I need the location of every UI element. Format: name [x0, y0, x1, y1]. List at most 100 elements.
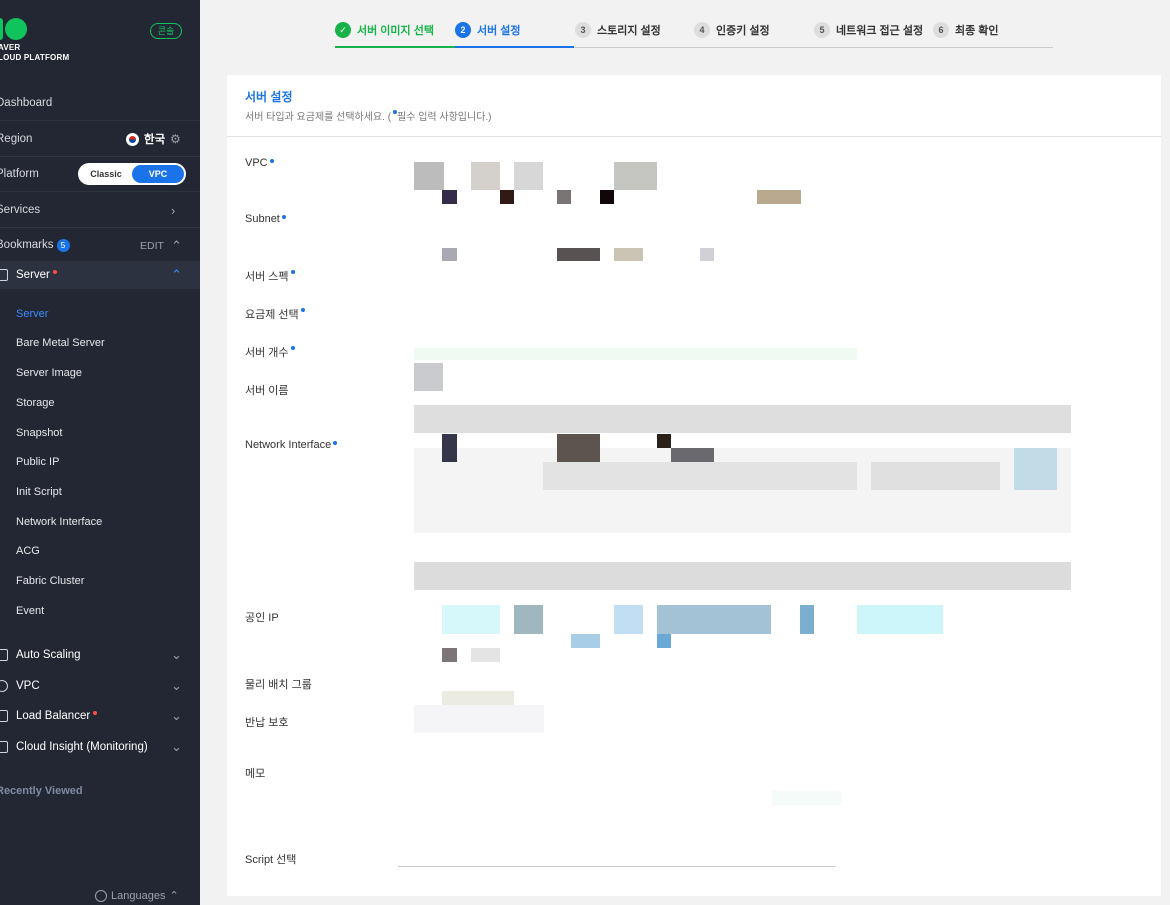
sidebar-item-server-image[interactable]: Server Image: [16, 367, 82, 379]
required-dot: [281, 215, 286, 219]
wizard-steps: ✓ 서버 이미지 선택 2 서버 설정 3 스토리지 설정 4 인증키 설정 5…: [335, 22, 1053, 48]
redacted-block: [442, 434, 457, 462]
sidebar-item-public-ip[interactable]: Public IP: [16, 456, 59, 468]
required-dot: [269, 159, 274, 163]
panel-title: 서버 설정: [245, 90, 293, 104]
step-3[interactable]: 3 스토리지 설정: [575, 22, 661, 38]
new-dot: [93, 711, 98, 715]
group-load-balancer[interactable]: Load Balancer ⌄: [0, 702, 200, 730]
languages-label: Languages: [111, 889, 166, 902]
logo-line2: CLOUD PLATFORM: [0, 53, 70, 62]
group-vpc-label: VPC: [16, 680, 40, 692]
nav-bookmarks[interactable]: Bookmarks 5 EDIT ⌃: [0, 228, 200, 263]
redacted-block: [571, 634, 600, 648]
label-return-protection: 반납 보호: [245, 717, 289, 729]
step-6[interactable]: 6 최종 확인: [933, 22, 999, 38]
progress-current-bar: [455, 46, 574, 48]
public-ip-options[interactable]: [442, 605, 500, 634]
platform-label: Platform: [0, 168, 39, 180]
step-4[interactable]: 4 인증키 설정: [694, 22, 770, 38]
nav-dashboard[interactable]: Dashboard: [0, 86, 200, 121]
redacted-block: [614, 248, 643, 261]
vpc-select[interactable]: [414, 162, 444, 190]
step-5[interactable]: 5 네트워크 접근 설정: [814, 22, 923, 38]
vpc-text: VPC: [245, 157, 268, 169]
korea-flag-icon: [126, 132, 139, 146]
placement-group-options[interactable]: [442, 691, 514, 705]
step-6-number: 6: [933, 22, 949, 38]
platform-classic-option[interactable]: Classic: [80, 165, 132, 183]
sidebar-item-snapshot[interactable]: Snapshot: [16, 427, 62, 439]
step-2-label: 서버 설정: [477, 25, 521, 37]
redacted-block: [557, 434, 600, 462]
chevron-up-icon: ⌃: [169, 890, 179, 902]
sidebar-item-network-interface[interactable]: Network Interface: [16, 516, 102, 528]
group-vpc[interactable]: VPC ⌄: [0, 672, 200, 700]
nav-platform: Platform Classic VPC: [0, 157, 200, 192]
group-auto-scaling[interactable]: Auto Scaling ⌄: [0, 641, 200, 669]
redacted-block: [800, 605, 814, 634]
redacted-block: [857, 605, 943, 634]
sidebar-item-fabric-cluster[interactable]: Fabric Cluster: [16, 575, 84, 587]
memo-textarea[interactable]: [772, 791, 842, 805]
platform-vpc-option[interactable]: VPC: [132, 165, 184, 183]
script-select[interactable]: [398, 851, 836, 867]
step-6-label: 최종 확인: [955, 25, 999, 37]
step-2[interactable]: 2 서버 설정: [455, 22, 521, 38]
group-cloud-insight[interactable]: Cloud Insight (Monitoring) ⌄: [0, 733, 200, 761]
gear-icon[interactable]: ⚙: [170, 132, 181, 146]
label-public-ip: 공인 IP: [245, 612, 279, 624]
redacted-block: [671, 448, 714, 462]
redacted-block: [657, 634, 671, 648]
redacted-block: [757, 190, 801, 204]
server-count-input[interactable]: [414, 348, 857, 360]
chevron-down-icon: ⌄: [171, 678, 182, 693]
required-dot: [300, 308, 305, 312]
server-icon: [0, 269, 8, 281]
redacted-block: [442, 190, 457, 204]
console-badge[interactable]: 콘솔: [150, 23, 182, 39]
redacted-block: [514, 162, 543, 190]
step-3-number: 3: [575, 22, 591, 38]
new-dot: [52, 270, 57, 274]
sidebar-item-init-script[interactable]: Init Script: [16, 486, 62, 498]
nic-add-bar[interactable]: [414, 562, 1071, 590]
label-server-name: 서버 이름: [245, 385, 289, 397]
redacted-block: [600, 190, 614, 204]
step-5-label: 네트워크 접근 설정: [836, 25, 924, 37]
sidebar-item-bare-metal-server[interactable]: Bare Metal Server: [16, 337, 105, 349]
languages-selector[interactable]: Languages ⌃: [95, 889, 179, 902]
required-dot: [290, 270, 295, 274]
ncp-logo[interactable]: NAVER CLOUD PLATFORM: [0, 18, 69, 63]
nic-text: Network Interface: [245, 439, 332, 451]
platform-toggle[interactable]: Classic VPC: [78, 163, 186, 185]
recently-viewed[interactable]: Recently Viewed: [0, 785, 83, 797]
sidebar-item-acg[interactable]: ACG: [16, 545, 40, 557]
redacted-block: [557, 190, 571, 204]
label-script: Script 선택: [245, 854, 297, 866]
sidebar-item-event[interactable]: Event: [16, 605, 44, 617]
sidebar-item-server[interactable]: Server: [16, 308, 48, 320]
group-server[interactable]: Server ⌃: [0, 261, 200, 289]
server-name-input[interactable]: [414, 405, 1071, 433]
subnet-select[interactable]: [442, 248, 457, 261]
bookmarks-edit-button[interactable]: EDIT: [140, 240, 164, 252]
progress-done-bar: [335, 46, 455, 48]
group-load-balancer-label: Load Balancer: [16, 710, 98, 722]
region-selector[interactable]: 한국: [126, 131, 165, 147]
step-4-label: 인증키 설정: [716, 25, 770, 37]
group-server-label: Server: [16, 269, 57, 281]
nav-region[interactable]: Region 한국 ⚙: [0, 122, 200, 157]
return-protection-options[interactable]: [414, 705, 544, 733]
step-1[interactable]: ✓ 서버 이미지 선택: [335, 22, 434, 38]
chevron-up-icon[interactable]: ⌃: [171, 238, 182, 254]
redacted-block: [471, 648, 500, 662]
sidebar-item-storage[interactable]: Storage: [16, 397, 55, 409]
redacted-block: [1014, 448, 1057, 490]
services-label: Services: [0, 204, 41, 216]
nav-services[interactable]: Services ›: [0, 193, 200, 228]
redacted-block: [471, 162, 500, 190]
logo-text: NAVER CLOUD PLATFORM: [0, 43, 69, 63]
network-interface-table[interactable]: [414, 448, 1071, 533]
pricing-text: 요금제 선택: [245, 309, 299, 321]
